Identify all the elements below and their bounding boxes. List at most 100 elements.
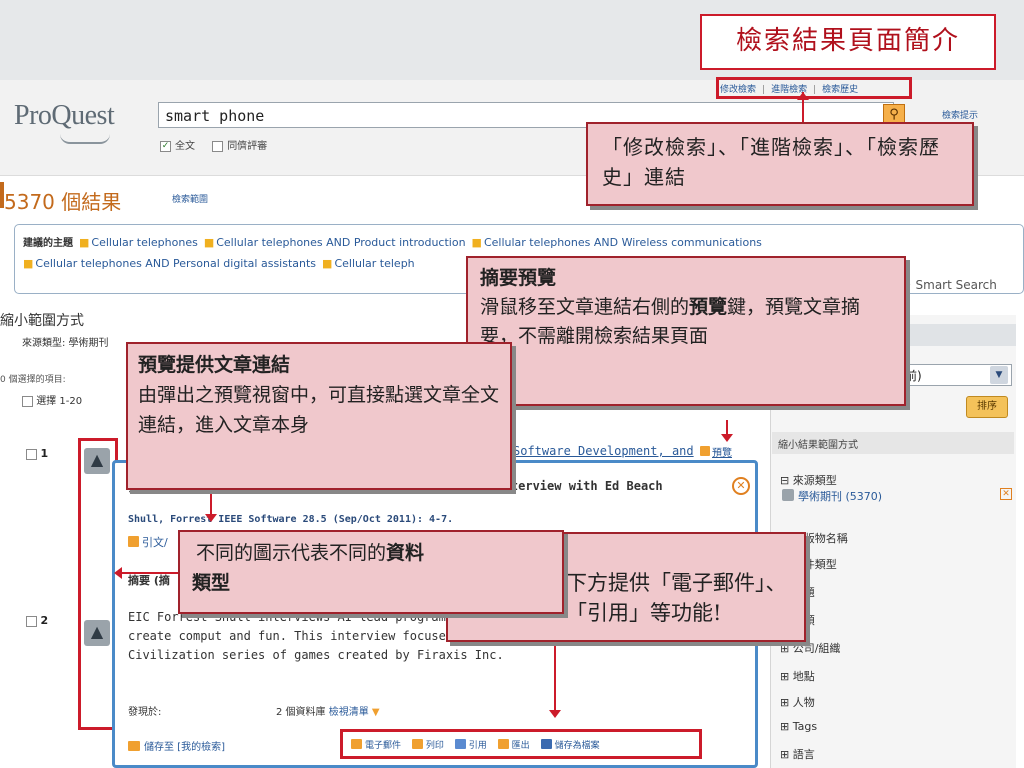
facet-label: 來源類型	[792, 474, 837, 487]
export-label: 匯出	[511, 741, 530, 751]
fulltext-checkbox[interactable]: ✓	[160, 140, 171, 152]
callout-icons-bold-1: 資料	[386, 542, 425, 564]
citation-icon	[128, 536, 139, 547]
search-tips-link[interactable]: 檢索提示	[942, 108, 978, 121]
email-button[interactable]: 電子郵件	[351, 739, 402, 751]
arrow-line	[210, 488, 212, 516]
callout-search-links: 「修改檢索」、「進階檢索」、「檢索歷史」連結	[586, 122, 974, 206]
arrow-line	[554, 642, 556, 712]
facet-sub-label: 學術期刊 (5370)	[798, 490, 883, 503]
export-button[interactable]: 匯出	[497, 739, 530, 751]
database-count: 2 個資料庫	[276, 707, 326, 718]
save-file-label: 儲存為檔案	[554, 741, 600, 751]
callout-abstract-title: 摘要預覽	[480, 267, 557, 289]
facet-label: 人物	[792, 696, 815, 709]
save-file-button[interactable]: 儲存為檔案	[540, 739, 600, 751]
preview-link[interactable]: 預覽	[700, 444, 732, 459]
callout-icons-bold-2: 類型	[192, 572, 231, 594]
facet-label: 公司/組織	[792, 642, 841, 655]
facet-label: Tags	[792, 720, 818, 733]
subject-link[interactable]: Cellular telephones AND Wireless communi…	[484, 236, 762, 249]
callout-preview-title: 預覽提供文章連結	[138, 354, 291, 376]
callout-icons-text: 不同的圖示代表不同的	[196, 542, 387, 564]
save-to-my-research-link[interactable]: 儲存至 [我的檢索]	[128, 738, 225, 753]
callout-doc-icons: 不同的圖示代表不同的資料 類型	[178, 530, 564, 614]
result-row-2-select: 2	[26, 614, 48, 627]
arrow-left-icon	[114, 567, 122, 579]
result-1-checkbox[interactable]	[26, 448, 37, 460]
proquest-logo[interactable]: ProQuest	[14, 100, 115, 132]
facet-location[interactable]: ⊞ 地點	[780, 668, 815, 684]
facet-source-type[interactable]: ⊟ 來源類型	[780, 472, 837, 488]
cite-button[interactable]: 引用	[454, 739, 487, 751]
preview-cite-label: 引文/	[142, 536, 168, 549]
result-2-checkbox[interactable]	[26, 615, 37, 627]
found-in-label: 發現於:	[128, 707, 162, 718]
search-options: ✓ 全文 同儕評審	[160, 137, 281, 152]
print-icon	[411, 739, 423, 749]
select-range-checkbox[interactable]	[22, 395, 33, 407]
callout-preview-links: 預覽提供文章連結 由彈出之預覽視窗中，可直接點選文章全文連結，進入文章本身	[126, 342, 512, 490]
facet-person[interactable]: ⊞ 人物	[780, 694, 815, 710]
result-1-number: 1	[40, 447, 49, 460]
email-icon	[351, 739, 362, 749]
facet-label: 地點	[792, 670, 815, 683]
facet-label: 語言	[792, 748, 815, 761]
arrow-up-icon	[797, 92, 809, 100]
facet-tags[interactable]: ⊞ Tags	[780, 720, 817, 733]
preview-link-label: 預覽	[712, 448, 732, 459]
export-icon	[497, 739, 509, 749]
narrow-results-header: 縮小結果範圍方式	[772, 432, 1014, 454]
chevron-down-icon[interactable]: ▼	[372, 707, 380, 718]
callout-page-title: 檢索結果頁面簡介	[700, 14, 996, 70]
narrow-title: 縮小範圍方式	[0, 313, 84, 329]
preview-abstract-label: 摘要 (摘	[128, 574, 170, 587]
callout-abstract-preview: 摘要預覽 滑鼠移至文章連結右側的預覽鍵，預覽文章摘要，不需離開檢索結果頁面	[466, 256, 906, 406]
smart-search-label: t® Smart Search	[895, 278, 997, 292]
subject-link[interactable]: Cellular telephones AND Personal digital…	[35, 257, 316, 270]
sort-button[interactable]: 排序	[966, 396, 1008, 418]
remove-filter-icon[interactable]: ✕	[1000, 488, 1012, 500]
subject-link[interactable]: Cellular telephones AND Product introduc…	[216, 236, 465, 249]
folder-icon	[128, 741, 140, 751]
scholarly-journal-icon	[782, 489, 794, 501]
close-icon[interactable]: ✕	[732, 477, 750, 495]
print-label: 列印	[425, 741, 444, 751]
result-title-link[interactable]: Software Development, and	[513, 444, 694, 458]
results-count: 5370 個結果	[4, 190, 122, 214]
arrow-down-icon	[721, 434, 733, 442]
cite-icon	[454, 739, 466, 749]
peer-review-checkbox[interactable]	[212, 140, 224, 152]
callout-abstract-bold: 預覽	[689, 296, 728, 318]
preview-citation-link[interactable]: 引文/	[128, 534, 168, 550]
preview-author-citation: Shull, Forrest IEEE Software 28.5 (Sep/O…	[128, 514, 454, 525]
facet-scholarly-journals[interactable]: 學術期刊 (5370)	[782, 488, 882, 504]
print-button[interactable]: 列印	[411, 739, 444, 751]
result-2-number: 2	[40, 614, 49, 627]
links-highlight-box	[716, 77, 912, 99]
search-scope-link[interactable]: 檢索範圍	[172, 192, 208, 205]
facet-language[interactable]: ⊞ 語言	[780, 746, 815, 762]
arrow-down-icon	[549, 710, 561, 718]
preview-tools-bar: 電子郵件 列印 引用 匯出 儲存為檔案	[340, 729, 702, 759]
save-label: 儲存至 [我的檢索]	[144, 742, 225, 753]
arrow-down-icon	[205, 514, 217, 522]
found-in-databases: 2 個資料庫 檢視清單 ▼	[276, 703, 380, 718]
arrow-line	[122, 572, 178, 574]
selected-items-info: 0 個選擇的項目:	[0, 375, 66, 385]
chevron-down-icon[interactable]: ▼	[990, 366, 1008, 384]
peer-review-label: 同儕評審	[227, 141, 268, 152]
related-subjects-label: 建議的主題	[23, 238, 73, 249]
source-type-label: 來源類型: 學術期刊	[22, 338, 109, 349]
fulltext-label: 全文	[175, 141, 195, 152]
email-label: 電子郵件	[365, 741, 402, 751]
logo-swoosh-icon	[60, 134, 110, 144]
save-icon	[540, 739, 552, 749]
view-list-link[interactable]: 檢視清單	[329, 707, 369, 718]
preview-icon	[700, 446, 710, 456]
subject-link[interactable]: Cellular telephones	[91, 236, 197, 249]
facet-company[interactable]: ⊞ 公司/組織	[780, 640, 840, 656]
subject-link[interactable]: Cellular teleph	[334, 257, 414, 270]
select-range: 選擇 1-20	[22, 392, 82, 407]
callout-abstract-text-1: 滑鼠移至文章連結右側的	[480, 296, 690, 318]
